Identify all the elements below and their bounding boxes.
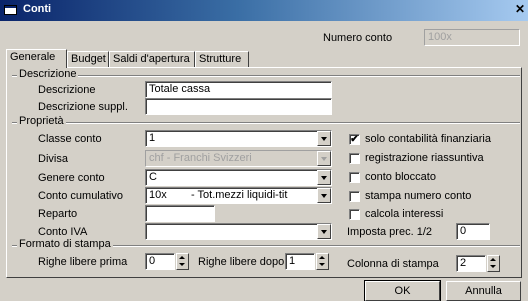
righe-prima-label: Righe libere prima [38,256,128,268]
conto-cumulativo-code: 10x [149,189,167,201]
reparto-label: Reparto [38,208,78,220]
tab-strutture[interactable]: Strutture [195,51,249,67]
proprieta-group-title: Proprietà [17,115,66,127]
classe-conto-value: 1 [149,132,156,144]
colonna-stampa-label: Colonna di stampa [347,258,439,270]
checkbox-conto-bloccato[interactable] [349,172,360,183]
conti-window: Conti ✕ Numero conto 100x Generale Budge… [0,0,528,301]
checkbox-stampa-numero[interactable] [349,191,360,202]
righe-prima-spinner[interactable] [176,253,189,270]
imposta-prec-label: Imposta prec. 1/2 [347,226,432,238]
chevron-down-icon[interactable] [317,224,331,239]
colonna-stampa-spinner[interactable] [487,255,500,272]
chevron-down-icon[interactable] [317,170,331,185]
descrizione-group-line [12,75,520,76]
close-icon[interactable]: ✕ [515,2,525,16]
numero-conto-field: 100x [424,29,520,46]
divisa-value: chf - Franchi Svizzeri [149,152,252,164]
righe-dopo-field[interactable]: 1 [285,253,315,270]
checkbox-stampa-numero-label: stampa numero conto [365,190,472,202]
conto-cumulativo-desc: - Tot.mezzi liquidi-tit [191,189,288,201]
tab-generale[interactable]: Generale [6,49,67,68]
chevron-down-icon[interactable] [317,131,331,146]
checkbox-calcola-interessi-label: calcola interessi [365,208,444,220]
genere-conto-value: C [149,171,157,183]
chevron-down-icon [317,151,331,166]
ok-button[interactable]: OK [364,280,441,301]
window-title: Conti [23,3,52,15]
conto-iva-label: Conto IVA [38,226,88,238]
checkbox-solo-contabilita-label: solo contabilità finanziaria [365,133,491,145]
righe-prima-field[interactable]: 0 [145,253,175,270]
tab-saldi-apertura[interactable]: Saldi d'apertura [109,51,195,67]
reparto-field[interactable] [145,205,215,222]
descrizione-field[interactable]: Totale cassa [145,81,332,98]
imposta-prec-field[interactable]: 0 [456,223,490,240]
descrizione-suppl-field[interactable] [145,98,332,115]
divisa-label: Divisa [38,153,68,165]
descrizione-group-title: Descrizione [17,68,79,80]
checkbox-registrazione-label: registrazione riassuntiva [365,152,484,164]
conto-cumulativo-label: Conto cumulativo [38,190,123,202]
formato-group-title: Formato di stampa [17,238,113,250]
checkbox-conto-bloccato-label: conto bloccato [365,171,436,183]
title-bar[interactable]: Conti ✕ [0,0,528,21]
annulla-button[interactable]: Annulla [446,281,521,301]
window-icon [4,5,17,15]
righe-dopo-label: Righe libere dopo [198,256,285,268]
divisa-combo: chf - Franchi Svizzeri [145,150,332,167]
conto-iva-combo[interactable] [145,223,332,240]
checkbox-solo-contabilita[interactable]: ✔ [349,134,360,145]
descrizione-suppl-label: Descrizione suppl. [38,101,128,113]
classe-conto-label: Classe conto [38,133,102,145]
genere-conto-label: Genere conto [38,172,105,184]
conto-cumulativo-combo[interactable]: 10x - Tot.mezzi liquidi-tit [145,187,332,204]
righe-dopo-spinner[interactable] [316,253,329,270]
checkbox-calcola-interessi[interactable] [349,209,360,220]
colonna-stampa-field[interactable]: 2 [456,255,486,272]
classe-conto-combo[interactable]: 1 [145,130,332,147]
chevron-down-icon[interactable] [317,188,331,203]
genere-conto-combo[interactable]: C [145,169,332,186]
descrizione-label: Descrizione [38,84,96,96]
checkbox-registrazione-riassuntiva[interactable] [349,153,360,164]
numero-conto-label: Numero conto [323,32,393,44]
tab-budget[interactable]: Budget [67,51,109,67]
proprieta-group-line [12,122,520,123]
